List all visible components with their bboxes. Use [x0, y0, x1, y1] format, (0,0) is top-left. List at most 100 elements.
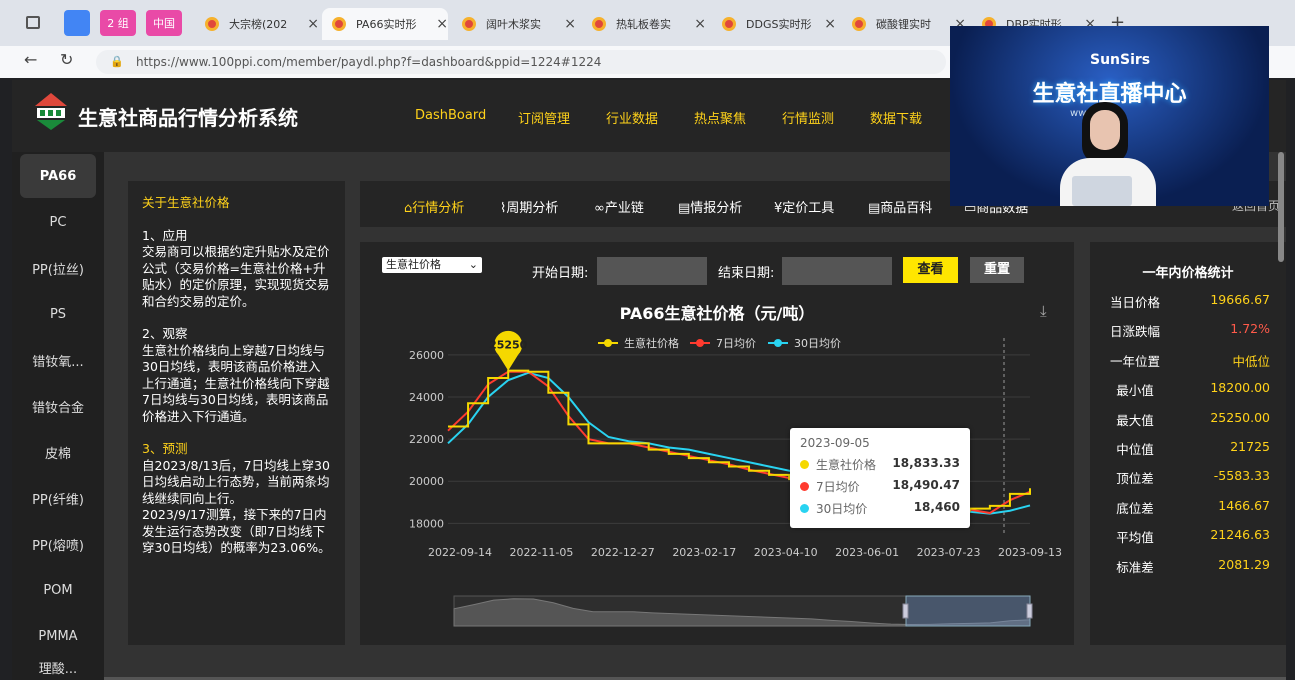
stat-row: 标准差 2081.29: [1090, 557, 1286, 577]
sidebar-item-pom[interactable]: POM: [20, 568, 96, 612]
stat-row: 最大值 25250.00: [1090, 410, 1286, 430]
sidebar-item-pc[interactable]: PC: [20, 200, 96, 244]
tab-market-analysis[interactable]: ⌂行情分析: [404, 197, 464, 216]
live-video-overlay: SunSirs 生意社直播中心 www.1: [950, 26, 1269, 206]
x-tick-label: 2023-06-01: [835, 546, 899, 559]
stat-value: 1.72%: [1230, 321, 1270, 337]
logo-icon: [35, 93, 67, 130]
y-tick-label: 20000: [409, 475, 444, 488]
select-value: 生意社价格: [386, 258, 441, 271]
url-field[interactable]: 🔒 https://www.100ppi.com/member/paydl.php…: [96, 50, 946, 74]
stat-label: 顶位差: [1116, 471, 1154, 487]
browser-tab[interactable]: 大宗榜(202 ×: [195, 8, 319, 40]
tab-label: 情报分析: [690, 201, 743, 216]
zoom-handle-right[interactable]: [1026, 603, 1033, 619]
stat-value: 19666.67: [1210, 292, 1270, 307]
tab-encyclopedia[interactable]: ▤商品百科: [868, 197, 932, 216]
tooltip-value: 18,833.33: [892, 456, 960, 470]
nav-data-download[interactable]: 数据下载: [870, 108, 922, 127]
cyan-dot-icon: [800, 504, 809, 513]
stat-label: 最小值: [1116, 383, 1154, 399]
browser-tab[interactable]: 热轧板卷实 ×: [582, 8, 706, 40]
y-tick-label: 26000: [409, 349, 444, 362]
red-dot-icon: [800, 482, 809, 491]
about-title: 关于生意社价格: [142, 195, 230, 210]
stat-row: 最小值 18200.00: [1090, 380, 1286, 400]
favicon-icon: [205, 17, 219, 31]
download-icon[interactable]: ⤓: [1040, 302, 1047, 320]
peak-label: 25250: [489, 339, 528, 352]
x-tick-label: 2022-11-05: [509, 546, 573, 559]
sidebar-item-pp-fiber[interactable]: PP(纤维): [20, 476, 96, 520]
y-tick-label: 18000: [409, 517, 444, 530]
favicon-icon: [592, 17, 606, 31]
zoom-window[interactable]: [905, 595, 1031, 627]
start-date-input[interactable]: [597, 257, 707, 285]
tab-pricing-tool[interactable]: ¥定价工具: [774, 197, 834, 216]
nav-industry-data[interactable]: 行业数据: [606, 108, 658, 127]
tab-actions-icon[interactable]: [26, 16, 40, 29]
stat-value: -5583.33: [1213, 468, 1270, 484]
chevron-down-icon: ⌄: [468, 258, 478, 271]
sidebar-item-prnd-alloy[interactable]: 错钕合金: [20, 384, 96, 428]
sidebar-item-pp-meltblown[interactable]: PP(熔喷): [20, 522, 96, 566]
about-section3-title: 3、预测: [142, 441, 188, 456]
sidebar-item-ps[interactable]: PS: [20, 292, 96, 336]
about-section3-body2: 2023/9/17测算，接下来的7日内发生运行态势改变（即7日均线下穿30日均线…: [142, 507, 331, 555]
yellow-dot-icon: [800, 460, 809, 469]
series-select[interactable]: 生意社价格 ⌄: [382, 257, 482, 273]
favicon-icon: [852, 17, 866, 31]
sidebar-item-next[interactable]: 理酸...: [20, 658, 96, 680]
nav-market-monitor[interactable]: 行情监测: [782, 108, 834, 127]
close-icon[interactable]: ×: [694, 16, 706, 32]
stat-label: 最大值: [1116, 412, 1154, 428]
tab-group-0[interactable]: 2 组: [100, 10, 136, 36]
close-icon[interactable]: ×: [307, 16, 319, 32]
browser-tab[interactable]: 阔叶木浆实 ×: [452, 8, 576, 40]
vertical-scrollbar[interactable]: [1278, 152, 1284, 262]
tab-industry-chain[interactable]: ∞产业链: [594, 197, 644, 216]
stat-value: 1466.67: [1218, 497, 1270, 513]
x-tick-label: 2022-12-27: [591, 546, 655, 559]
tab-label: DDGS实时形: [746, 18, 812, 31]
close-icon[interactable]: ×: [564, 16, 576, 32]
tab-label: 热轧板卷实: [616, 18, 671, 31]
query-button[interactable]: 查看: [903, 257, 958, 283]
tab-label: 产业链: [604, 201, 644, 216]
browser-tab[interactable]: DDGS实时形 ×: [712, 8, 836, 40]
browser-tab[interactable]: 碳酸锂实时 ×: [842, 8, 966, 40]
close-icon[interactable]: ×: [824, 16, 836, 32]
stat-row: 当日价格 19666.67: [1090, 292, 1286, 312]
sidebar-item-pmma[interactable]: PMMA: [20, 614, 96, 658]
back-arrow-icon[interactable]: ←: [24, 50, 37, 69]
zoom-handle-left[interactable]: [902, 603, 909, 619]
nav-hot-focus[interactable]: 热点聚焦: [694, 108, 746, 127]
end-date-input[interactable]: [782, 257, 892, 285]
sidebar-item-pa66[interactable]: PA66: [20, 154, 96, 198]
tab-label: 中国: [153, 17, 175, 30]
sidebar-item-pp-lasi[interactable]: PP(拉丝): [20, 246, 96, 290]
x-tick-label: 2023-02-17: [672, 546, 736, 559]
tab-active[interactable]: PA66实时形 ×: [322, 8, 448, 40]
stat-value: 2081.29: [1218, 556, 1270, 572]
sidebar-item-cotton[interactable]: 皮棉: [20, 430, 96, 474]
nav-subscription[interactable]: 订阅管理: [518, 108, 570, 127]
laptop: [1072, 176, 1132, 206]
nav-dashboard[interactable]: DashBoard: [415, 108, 486, 123]
tab-group-1[interactable]: 中国: [146, 10, 182, 36]
tab-label: 2 组: [107, 17, 129, 30]
tab-cycle-analysis[interactable]: ⌇周期分析: [500, 197, 558, 216]
close-icon[interactable]: ×: [436, 16, 448, 32]
legend-label: 30日均价: [794, 337, 841, 350]
tab-intel-analysis[interactable]: ▤情报分析: [678, 197, 742, 216]
about-section2-body: 生意社价格线向上穿越7日均线与30日均线，表明该商品价格进入上行通道；生意社价格…: [142, 342, 330, 424]
sidebar-item-prnd-oxide[interactable]: 错钕氧...: [20, 338, 96, 382]
stats-panel: 一年内价格统计 当日价格 19666.67 日涨跌幅 1.72% 一年位置 中低位 最小值 1…: [1090, 242, 1286, 645]
refresh-icon[interactable]: ↻: [60, 50, 73, 69]
tab-label: 周期分析: [506, 201, 559, 216]
reset-button[interactable]: 重置: [970, 257, 1024, 283]
stat-value: 18200.00: [1210, 380, 1270, 396]
legend-marker: [696, 339, 704, 347]
stat-row: 平均值 21246.63: [1090, 527, 1286, 547]
workspace-icon[interactable]: [64, 10, 90, 36]
